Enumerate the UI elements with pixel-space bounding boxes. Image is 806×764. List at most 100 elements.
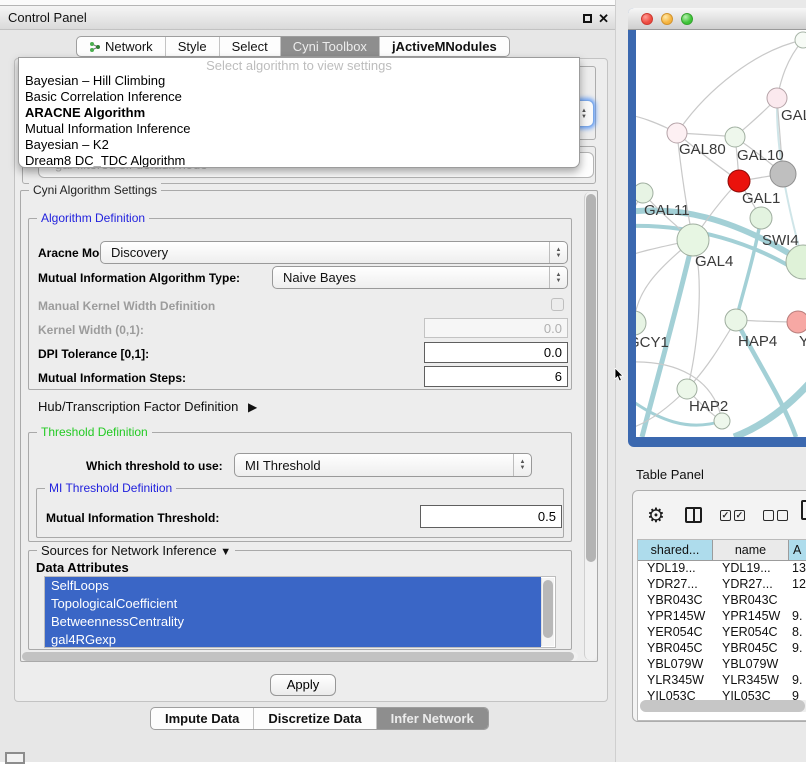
kernel-width-field[interactable]: 0.0 <box>424 318 568 338</box>
network-view-window[interactable]: GAL GAL80 GAL10 GAL1 GAL11 SWI4 GAL4 GCY… <box>628 8 806 447</box>
control-panel-window: Control Panel ✕ Network Style Select Cyn… <box>0 0 616 762</box>
close-icon[interactable]: ✕ <box>598 14 609 23</box>
network-node-bottom[interactable] <box>714 413 730 429</box>
list-item-selfloops[interactable]: SelfLoops <box>45 577 541 595</box>
mi-type-value: Naive Bayes <box>273 270 549 285</box>
tab-impute-data[interactable]: Impute Data <box>151 708 254 729</box>
tab-cyni-toolbox[interactable]: Cyni Toolbox <box>281 37 380 56</box>
table-row[interactable]: YDL19...YDL19...13 <box>638 561 806 577</box>
table-panel-titlebar: Table Panel <box>616 462 806 488</box>
sources-group-title[interactable]: Sources for Network Inference ▼ <box>37 543 235 558</box>
tab-discretize-data[interactable]: Discretize Data <box>254 708 376 729</box>
table-row[interactable]: YBR043CYBR043C <box>638 593 806 609</box>
mi-steps-field[interactable]: 6 <box>424 366 568 387</box>
network-node-gal4[interactable] <box>677 224 709 256</box>
zoom-traffic-light-icon[interactable] <box>681 13 693 25</box>
control-panel-titlebar: Control Panel ✕ <box>0 6 615 30</box>
list-item-betweennesscentrality[interactable]: BetweennessCentrality <box>45 613 541 631</box>
tab-style[interactable]: Style <box>166 37 220 56</box>
checked-box-icon: ✓ <box>734 510 745 521</box>
mi-threshold-definition-title: MI Threshold Definition <box>45 481 176 495</box>
table-row[interactable]: YER054CYER054C8. <box>638 625 806 641</box>
node-label-gal80: GAL80 <box>679 141 726 158</box>
scrollbar-thumb[interactable] <box>22 652 574 661</box>
menu-item-bayesian-k2[interactable]: Bayesian – K2 <box>19 137 579 153</box>
menu-item-mutual-information[interactable]: Mutual Information Inference <box>19 121 579 137</box>
tab-jactivemnodules[interactable]: jActiveMNodules <box>380 37 509 56</box>
network-node-gal80[interactable] <box>667 123 687 143</box>
table-row[interactable]: YBL079WYBL079W <box>638 657 806 673</box>
hub-definition-toggle[interactable]: Hub/Transcription Factor Definition ▶ <box>38 399 257 414</box>
export-table-icon[interactable] <box>801 500 806 520</box>
tab-network[interactable]: Network <box>77 37 166 56</box>
settings-vertical-scrollbar[interactable] <box>584 192 597 660</box>
column-header-shared[interactable]: shared... <box>638 540 713 560</box>
gear-icon[interactable]: ⚙ <box>647 503 665 528</box>
network-node-partial[interactable] <box>795 32 806 48</box>
popup-hint: Select algorithm to view settings <box>19 58 579 73</box>
network-node-gal7[interactable] <box>767 88 787 108</box>
which-threshold-label: Which threshold to use: <box>86 459 223 473</box>
network-window-titlebar <box>628 8 806 30</box>
list-vertical-scrollbar[interactable] <box>541 578 554 646</box>
list-item-topologicalcoefficient[interactable]: TopologicalCoefficient <box>45 595 541 613</box>
mi-type-combo[interactable]: Naive Bayes ▲▼ <box>272 266 568 289</box>
network-node-salmon[interactable] <box>787 311 806 333</box>
table-row[interactable]: YDR27...YDR27...12 <box>638 577 806 593</box>
column-header-partial[interactable]: A <box>789 540 806 560</box>
show-columns-icon[interactable] <box>685 507 702 523</box>
mouse-cursor-icon <box>614 368 626 382</box>
dpi-tolerance-field[interactable]: 0.0 <box>424 342 568 363</box>
mi-threshold-label: Mutual Information Threshold: <box>46 511 219 525</box>
cell-name: YPR145W <box>713 609 789 625</box>
tab-select-label: Select <box>232 37 268 56</box>
minimize-traffic-light-icon[interactable] <box>661 13 673 25</box>
menu-item-basic-correlation[interactable]: Basic Correlation Inference <box>19 89 579 105</box>
table-horizontal-scrollbar[interactable] <box>640 700 806 712</box>
node-label-partial-y: Y <box>799 333 806 350</box>
mi-threshold-field[interactable]: 0.5 <box>420 505 562 528</box>
menu-item-bayesian-hill-climbing[interactable]: Bayesian – Hill Climbing <box>19 73 579 89</box>
cell-value: 9. <box>789 673 806 689</box>
table-row[interactable]: YBR045CYBR045C9. <box>638 641 806 657</box>
data-attributes-list[interactable]: SelfLoops TopologicalCoefficient Between… <box>44 576 556 648</box>
network-node-hap4[interactable] <box>725 309 747 331</box>
which-threshold-combo[interactable]: MI Threshold ▲▼ <box>234 453 532 477</box>
network-node-swi4[interactable] <box>750 207 772 229</box>
menu-item-aracne[interactable]: ARACNE Algorithm <box>19 105 579 121</box>
network-node-gal10[interactable] <box>725 127 745 147</box>
manual-kernel-checkbox[interactable] <box>551 298 564 311</box>
network-node-gcy1[interactable] <box>636 311 646 335</box>
column-header-name[interactable]: name <box>713 540 789 560</box>
cell-name: YBR043C <box>713 593 789 609</box>
data-attributes-label: Data Attributes <box>36 560 129 575</box>
close-traffic-light-icon[interactable] <box>641 13 653 25</box>
menu-item-dream8[interactable]: Dream8 DC_TDC Algorithm <box>19 153 579 168</box>
sources-title-text: Sources for Network Inference <box>41 543 217 558</box>
table-row[interactable]: YLR345WYLR345W9. <box>638 673 806 689</box>
checked-box-icon: ✓ <box>720 510 731 521</box>
table-row[interactable]: YPR145WYPR145W9. <box>638 609 806 625</box>
list-item-gal4rgexp[interactable]: gal4RGexp <box>45 631 541 648</box>
apply-button[interactable]: Apply <box>270 674 336 696</box>
tab-network-label: Network <box>105 37 153 56</box>
network-canvas[interactable]: GAL GAL80 GAL10 GAL1 GAL11 SWI4 GAL4 GCY… <box>636 30 806 437</box>
tab-infer-network[interactable]: Infer Network <box>377 708 488 729</box>
tab-infer-network-label: Infer Network <box>391 708 474 729</box>
aracne-mode-combo[interactable]: Discovery ▲▼ <box>100 241 568 264</box>
scrollbar-thumb[interactable] <box>543 580 553 638</box>
network-node-gal1[interactable] <box>728 170 750 192</box>
dock-panel-icon[interactable] <box>5 752 25 764</box>
scrollbar-thumb[interactable] <box>586 194 596 562</box>
network-node-hap2[interactable] <box>677 379 697 399</box>
settings-horizontal-scrollbar[interactable] <box>22 652 578 661</box>
mi-type-label: Mutual Information Algorithm Type: <box>38 271 240 285</box>
float-window-icon[interactable] <box>583 14 592 23</box>
scrollbar-thumb[interactable] <box>640 700 805 712</box>
deselect-all-icon[interactable] <box>763 510 788 521</box>
cell-name: YLR345W <box>713 673 789 689</box>
network-node-gal11[interactable] <box>636 183 653 203</box>
tab-select[interactable]: Select <box>220 37 281 56</box>
network-node-gray[interactable] <box>770 161 796 187</box>
select-all-icon[interactable]: ✓ ✓ <box>720 510 745 521</box>
